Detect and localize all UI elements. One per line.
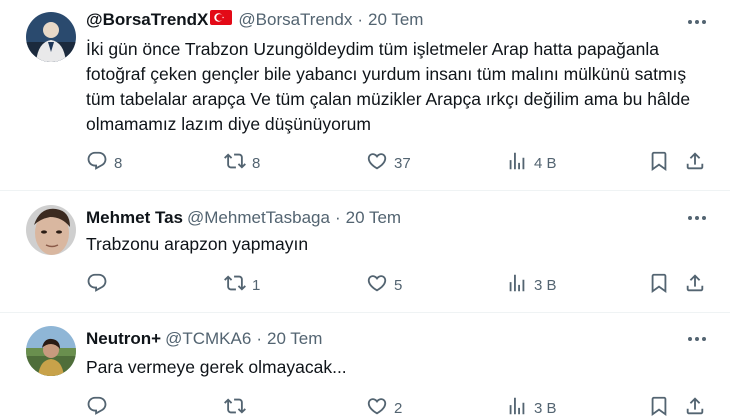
retweet-button[interactable] — [224, 396, 252, 420]
timestamp[interactable]: 20 Tem — [267, 329, 322, 349]
views-button[interactable]: 3 B — [506, 273, 557, 297]
more-icon[interactable] — [686, 207, 708, 229]
display-name[interactable]: @BorsaTrendX — [86, 10, 208, 30]
views-count: 3 B — [534, 276, 557, 294]
handle[interactable]: @BorsaTrendx — [238, 10, 352, 30]
reply-button[interactable] — [86, 273, 114, 297]
like-button[interactable]: 5 — [366, 273, 402, 297]
reply-icon — [86, 150, 108, 176]
like-icon — [366, 395, 388, 420]
display-name[interactable]: Neutron+ — [86, 329, 161, 349]
bookmark-button[interactable] — [648, 396, 670, 420]
like-button[interactable]: 2 — [366, 396, 402, 420]
share-icon — [684, 150, 706, 176]
display-name[interactable]: Mehmet Tas — [86, 208, 183, 228]
views-count: 3 B — [534, 399, 557, 417]
bookmark-icon — [648, 395, 670, 420]
like-count: 2 — [394, 399, 403, 417]
reply-icon — [86, 395, 108, 420]
tweet-3[interactable]: Neutron+ @TCMKA6 · 20 Tem Para vermeye g… — [0, 313, 730, 420]
like-count: 5 — [394, 276, 403, 294]
turkish-flag-icon — [210, 10, 233, 30]
tweet-header: Mehmet Tas @MehmetTasbaga · 20 Tem — [86, 207, 401, 229]
bookmark-button[interactable] — [648, 151, 670, 175]
like-button[interactable]: 37 — [366, 151, 411, 175]
timestamp[interactable]: 20 Tem — [346, 208, 401, 228]
views-icon — [506, 395, 528, 420]
separator-dot: · — [334, 208, 341, 227]
tweet-2[interactable]: Mehmet Tas @MehmetTasbaga · 20 Tem Trabz… — [0, 191, 730, 312]
more-icon[interactable] — [686, 328, 708, 350]
like-icon — [366, 272, 388, 298]
tweet-header: Neutron+ @TCMKA6 · 20 Tem — [86, 328, 322, 350]
views-button[interactable]: 4 B — [506, 151, 557, 175]
reply-button[interactable] — [86, 396, 114, 420]
reply-button[interactable]: 8 — [86, 151, 122, 175]
timestamp[interactable]: 20 Tem — [368, 10, 423, 30]
retweet-button[interactable]: 1 — [224, 273, 260, 297]
share-icon — [684, 272, 706, 298]
handle[interactable]: @MehmetTasbaga — [187, 208, 330, 228]
bookmark-icon — [648, 150, 670, 176]
tweet-1[interactable]: @BorsaTrendX @BorsaTrendx · 20 Tem İki g… — [0, 0, 730, 198]
bookmark-button[interactable] — [648, 273, 670, 297]
retweet-button[interactable]: 8 — [224, 151, 260, 175]
avatar[interactable] — [26, 12, 76, 62]
avatar[interactable] — [26, 205, 76, 255]
handle[interactable]: @TCMKA6 — [165, 329, 251, 349]
views-button[interactable]: 3 B — [506, 396, 557, 420]
retweet-icon — [224, 272, 246, 298]
like-count: 37 — [394, 154, 411, 172]
separator-dot: · — [357, 10, 364, 29]
avatar[interactable] — [26, 326, 76, 376]
separator-dot: · — [256, 329, 262, 348]
like-icon — [366, 150, 388, 176]
retweet-count: 1 — [252, 276, 261, 294]
retweet-count: 8 — [252, 154, 261, 172]
retweet-icon — [224, 395, 246, 420]
share-icon — [684, 395, 706, 420]
reply-count: 8 — [114, 154, 123, 172]
views-count: 4 B — [534, 154, 557, 172]
tweet-text: İki gün önce Trabzon Uzungöldeydim tüm i… — [86, 39, 691, 134]
tweet-text: Para vermeye gerek olmayacak... — [86, 357, 347, 377]
retweet-icon — [224, 150, 246, 176]
tweet-header: @BorsaTrendX @BorsaTrendx · 20 Tem — [86, 9, 423, 31]
views-icon — [506, 150, 528, 176]
share-button[interactable] — [684, 396, 706, 420]
more-icon[interactable] — [686, 11, 708, 33]
views-icon — [506, 272, 528, 298]
bookmark-icon — [648, 272, 670, 298]
reply-icon — [86, 272, 108, 298]
share-button[interactable] — [684, 273, 706, 297]
share-button[interactable] — [684, 151, 706, 175]
tweet-text: Trabzonu arapzon yapmayın — [86, 234, 309, 254]
